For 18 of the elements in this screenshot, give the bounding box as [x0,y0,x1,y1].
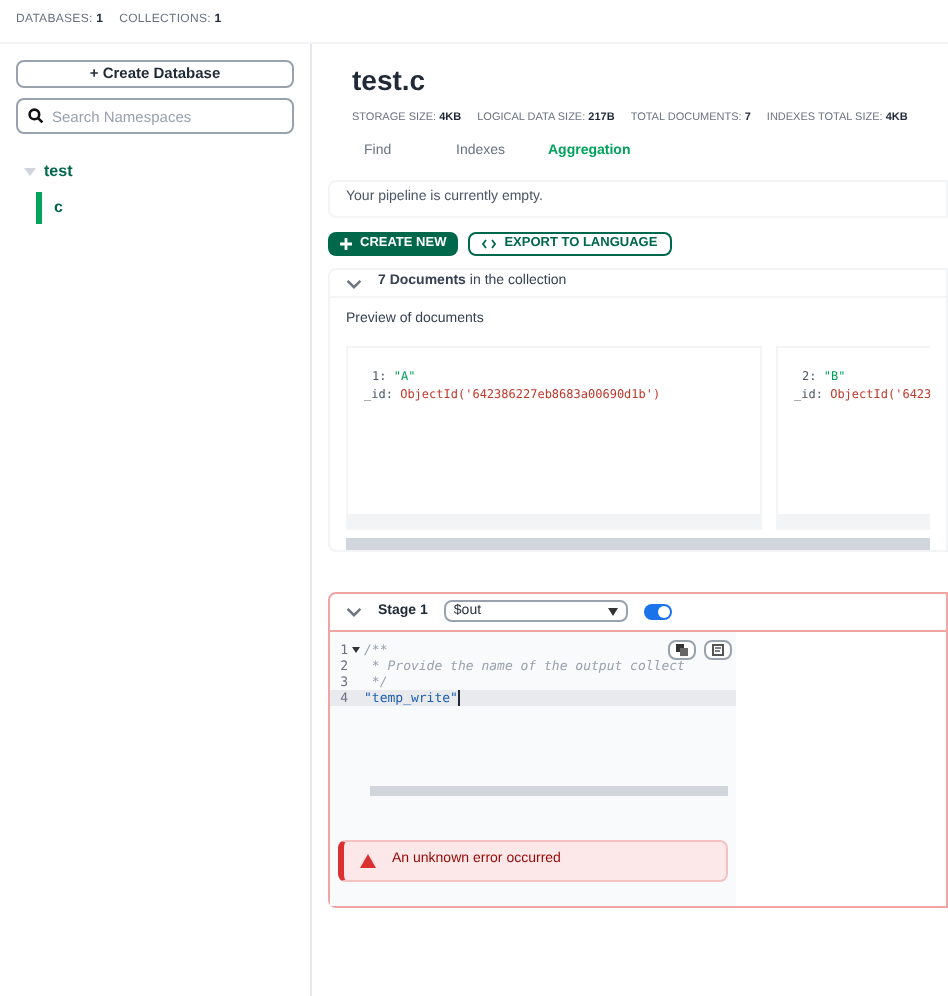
chevron-icon[interactable] [346,603,362,620]
horizontal-scrollbar[interactable] [370,785,728,796]
chevron-icon[interactable] [346,275,362,291]
fold-triangle-icon[interactable] [352,645,360,654]
plus-icon [340,237,352,250]
collection-title: test.c [352,62,428,100]
format-icon [712,643,724,656]
code-icon [482,237,497,250]
copy-button[interactable] [668,639,696,660]
search-icon [28,108,44,124]
copy-icon [676,643,688,656]
warning-icon [360,853,376,868]
format-button[interactable] [704,639,732,660]
collection-item[interactable]: c [36,192,294,224]
stage-toggle[interactable] [643,603,672,620]
dropdown-caret-icon [607,607,618,616]
database-item[interactable]: test [44,160,73,184]
horizontal-scrollbar[interactable] [346,537,930,550]
